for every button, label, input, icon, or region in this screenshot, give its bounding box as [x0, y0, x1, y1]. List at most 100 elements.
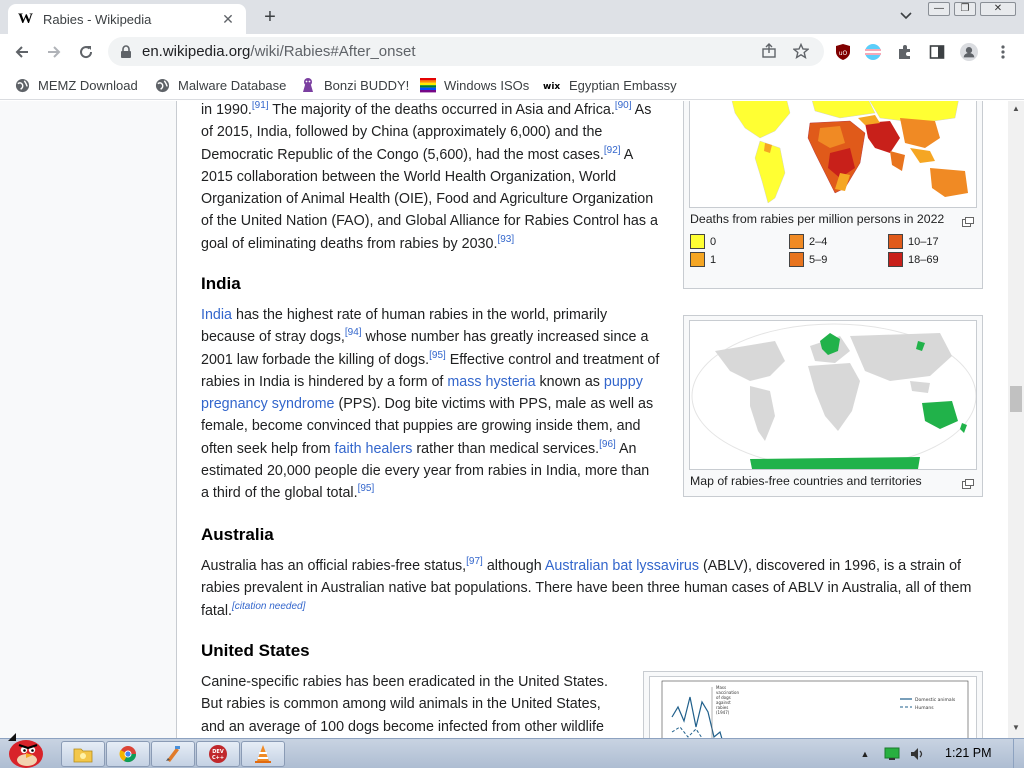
bookmark-bonzi-buddy[interactable]: Bonzi BUDDY!	[300, 75, 409, 95]
lock-icon[interactable]	[118, 44, 134, 60]
show-desktop-button[interactable]	[1013, 739, 1024, 768]
epidemiology-paragraph: in 1990.[91] The majority of the deaths …	[201, 101, 658, 252]
chrome-menu-icon[interactable]	[994, 43, 1012, 61]
legend-swatch	[789, 234, 804, 249]
bookmark-star-icon[interactable]	[792, 42, 810, 60]
close-tab-icon[interactable]: ✕	[220, 11, 236, 28]
folder-icon	[73, 748, 93, 763]
extensions-puzzle-icon[interactable]	[896, 43, 914, 61]
globe-icon	[154, 77, 170, 93]
svg-text:wix: wix	[543, 82, 560, 90]
url-text: en.wikipedia.org/wiki/Rabies#After_onset	[142, 43, 416, 60]
wikipedia-icon: W	[18, 10, 33, 27]
taskbar-vlc-button[interactable]	[241, 741, 285, 767]
profile-avatar-icon[interactable]	[960, 43, 978, 61]
reload-button[interactable]	[74, 40, 98, 64]
enlarge-icon[interactable]	[962, 476, 974, 489]
heading-india: India	[201, 274, 241, 293]
page-scrollbar[interactable]: ▲ ▼	[1008, 101, 1024, 738]
ref-96[interactable]: [96]	[599, 439, 616, 450]
tab-title: Rabies - Wikipedia	[43, 11, 152, 27]
legend-item: 1	[690, 252, 716, 267]
taskbar: DEV C++ ▲ 1:21 PM	[0, 733, 1024, 768]
link-india[interactable]: India	[201, 307, 232, 323]
windows-flag-icon	[420, 77, 436, 93]
svg-text:uO: uO	[839, 50, 848, 57]
rabies-free-map-caption: Map of rabies-free countries and territo…	[690, 474, 922, 488]
new-tab-button[interactable]: +	[258, 5, 282, 29]
legend-swatch	[888, 252, 903, 267]
browser-toolbar: en.wikipedia.org/wiki/Rabies#After_onset…	[0, 34, 1024, 70]
sidebar-gutter	[0, 101, 177, 738]
tray-expand-icon[interactable]: ▲	[858, 749, 872, 759]
taskbar-paint-button[interactable]	[151, 741, 195, 767]
scrollbar-thumb[interactable]	[1010, 386, 1022, 412]
address-bar[interactable]: en.wikipedia.org/wiki/Rabies#After_onset	[108, 37, 824, 66]
legend-swatch	[789, 252, 804, 267]
ref-92[interactable]: [92]	[604, 145, 621, 156]
browser-tab[interactable]: W Rabies - Wikipedia ✕	[8, 4, 246, 34]
svg-text:C++: C++	[212, 755, 224, 761]
link-faith-healers[interactable]: faith healers	[335, 441, 413, 457]
legend-swatch	[888, 234, 903, 249]
rabies-free-map-image[interactable]	[689, 320, 977, 470]
link-australian-bat-lyssavirus[interactable]: Australian bat lyssavirus	[545, 558, 699, 574]
link-mass-hysteria[interactable]: mass hysteria	[447, 374, 535, 390]
taskbar-devcpp-button[interactable]: DEV C++	[196, 741, 240, 767]
side-panel-icon[interactable]	[928, 43, 946, 61]
australia-paragraph: Australia has an official rabies-free st…	[201, 556, 972, 619]
bookmark-memz-download[interactable]: MEMZ Download	[14, 75, 138, 95]
legend-swatch	[690, 252, 705, 267]
vlc-cone-icon	[255, 745, 271, 763]
heading-australia: Australia	[201, 525, 274, 544]
ref-91[interactable]: [91]	[252, 101, 269, 111]
taskbar-chrome-button[interactable]	[106, 741, 150, 767]
ref-93[interactable]: [93]	[497, 234, 514, 245]
chart-legend-humans: Humans	[915, 705, 934, 711]
bookmark-egyptian-embassy[interactable]: wix Egyptian Embassy	[543, 75, 677, 95]
devcpp-icon: DEVC++	[209, 745, 227, 763]
paint-brush-icon	[166, 746, 180, 762]
deaths-map-figure: Deaths from rabies per million persons i…	[683, 101, 983, 289]
forward-button[interactable]	[42, 40, 66, 64]
taskbar-explorer-button[interactable]	[61, 741, 105, 767]
ref-95[interactable]: [95]	[358, 484, 375, 495]
bookmark-malware-database[interactable]: Malware Database	[154, 75, 286, 95]
legend-item: 2–4	[789, 234, 827, 249]
ublock-origin-icon[interactable]: uO	[834, 43, 852, 61]
legend-item: 10–17	[888, 234, 939, 249]
ref-95[interactable]: [95]	[429, 350, 446, 361]
tab-strip: W Rabies - Wikipedia ✕ + — ❐ ✕	[0, 0, 1024, 34]
web-page: in 1990.[91] The majority of the deaths …	[0, 101, 1008, 738]
legend-item: 5–9	[789, 252, 827, 267]
india-paragraph: India has the highest rate of human rabi…	[201, 307, 660, 502]
us-paragraph: Canine-specific rabies has been eradicat…	[201, 674, 608, 735]
us-rabies-chart-image[interactable]: Mass vaccination of dogs against rabies …	[649, 676, 977, 738]
chart-legend-domestic: Domestic animals	[915, 697, 956, 703]
enlarge-icon[interactable]	[962, 214, 974, 227]
deaths-map-image[interactable]	[689, 101, 977, 208]
ref-97[interactable]: [97]	[466, 556, 483, 567]
start-button-angry-bird-icon[interactable]	[2, 731, 48, 768]
volume-icon[interactable]	[910, 747, 926, 761]
bookmarks-bar: MEMZ Download Malware Database Bonzi BUD…	[0, 70, 1024, 100]
network-icon[interactable]	[884, 747, 900, 761]
ref-90[interactable]: [90]	[615, 101, 632, 111]
scroll-down-arrow[interactable]: ▼	[1011, 723, 1021, 733]
share-icon[interactable]	[760, 42, 778, 60]
rabies-free-map-figure: Map of rabies-free countries and territo…	[683, 315, 983, 497]
citation-needed-link[interactable]: [citation needed]	[232, 601, 305, 612]
legend-swatch	[690, 234, 705, 249]
maximize-button[interactable]: ❐	[954, 2, 976, 16]
tab-search-icon[interactable]	[896, 7, 916, 27]
deaths-map-caption: Deaths from rabies per million persons i…	[690, 212, 945, 226]
close-window-button[interactable]: ✕	[980, 2, 1016, 16]
back-button[interactable]	[10, 40, 34, 64]
pride-extension-icon[interactable]	[864, 43, 882, 61]
ref-94[interactable]: [94]	[345, 328, 362, 339]
bookmark-windows-isos[interactable]: Windows ISOs	[420, 75, 529, 95]
scroll-up-arrow[interactable]: ▲	[1011, 104, 1021, 114]
legend-item: 0	[690, 234, 716, 249]
minimize-button[interactable]: —	[928, 2, 950, 16]
taskbar-clock[interactable]: 1:21 PM	[945, 746, 992, 760]
